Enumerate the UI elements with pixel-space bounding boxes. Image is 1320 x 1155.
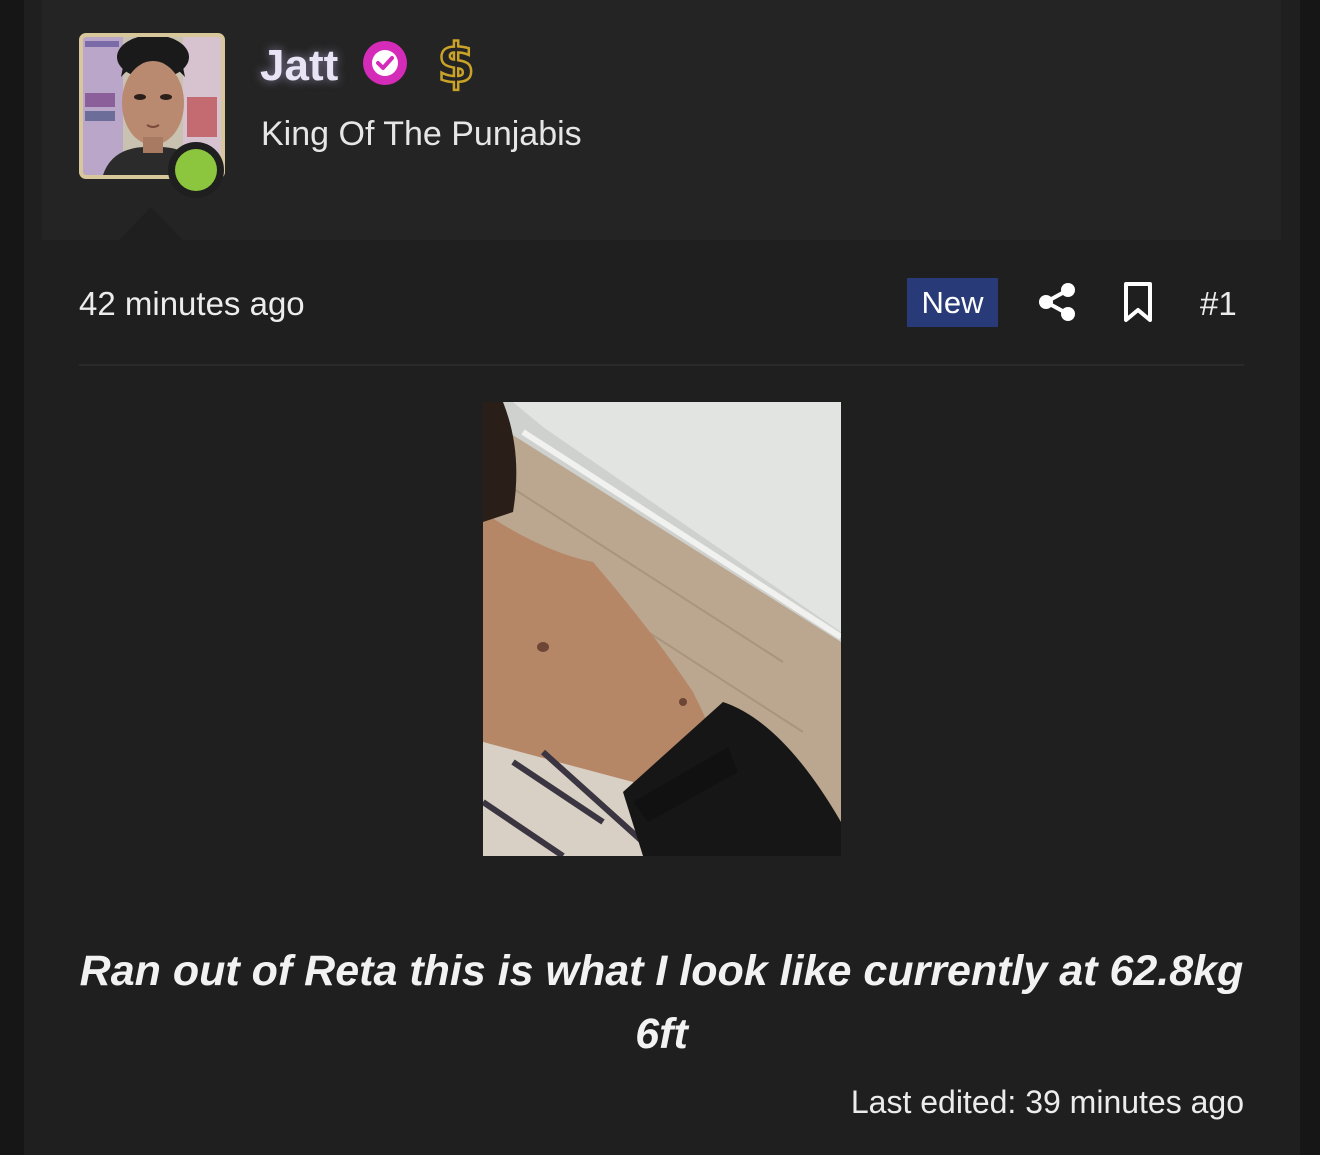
post-divider bbox=[79, 364, 1244, 366]
svg-text:$: $ bbox=[437, 32, 475, 92]
new-badge: New bbox=[907, 278, 998, 327]
user-title: King Of The Punjabis bbox=[261, 115, 582, 153]
post-number-link[interactable]: #1 bbox=[1200, 284, 1237, 324]
username[interactable]: Jatt bbox=[260, 38, 338, 94]
attached-photo-graphic bbox=[483, 402, 841, 856]
online-dot-icon bbox=[168, 142, 224, 198]
post-body-text: Ran out of Reta this is what I look like… bbox=[79, 947, 1244, 1058]
verified-check-icon bbox=[363, 41, 407, 85]
page: Jatt $ King Of The Punjabis 42 minutes a… bbox=[0, 0, 1320, 1155]
last-edited-text: Last edited: 39 minutes ago bbox=[850, 1084, 1244, 1120]
user-block-arrow bbox=[118, 207, 184, 241]
post-timestamp[interactable]: 42 minutes ago bbox=[79, 284, 305, 324]
attached-photo[interactable] bbox=[483, 402, 841, 856]
user-block bbox=[42, 0, 1281, 240]
bookmark-icon[interactable] bbox=[1121, 281, 1155, 323]
dollar-sign-icon: $ bbox=[436, 32, 476, 92]
share-icon[interactable] bbox=[1036, 281, 1078, 323]
left-gutter bbox=[0, 0, 24, 1155]
right-gutter bbox=[1300, 0, 1320, 1155]
